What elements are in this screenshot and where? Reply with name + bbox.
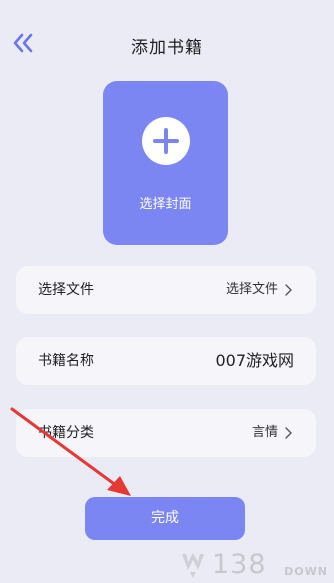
watermark: 138 DOWN	[178, 549, 328, 580]
book-name-row[interactable]: 书籍名称 007游戏网	[16, 337, 316, 385]
page-title: 添加书籍	[131, 38, 203, 58]
chevron-right-icon	[285, 284, 292, 296]
chevron-right-icon	[285, 427, 292, 439]
select-cover-label: 选择封面	[139, 197, 192, 212]
plus-circle-icon	[142, 117, 190, 165]
select-cover-button[interactable]: 选择封面	[103, 81, 228, 245]
select-file-value: 选择文件	[225, 282, 278, 297]
book-category-value: 言情	[251, 425, 278, 440]
header: 添加书籍	[0, 0, 334, 88]
book-category-label: 书籍分类	[38, 425, 94, 441]
select-file-row[interactable]: 选择文件 选择文件	[16, 266, 316, 314]
watermark-logo-icon	[182, 553, 204, 578]
book-name-input[interactable]: 007游戏网	[215, 337, 294, 385]
watermark-number: 138	[212, 549, 267, 580]
watermark-sub: DOWN	[284, 565, 328, 578]
select-file-label: 选择文件	[38, 282, 94, 298]
book-name-label: 书籍名称	[38, 353, 94, 369]
done-button[interactable]: 完成	[85, 497, 245, 540]
book-category-row[interactable]: 书籍分类 言情	[16, 409, 316, 457]
